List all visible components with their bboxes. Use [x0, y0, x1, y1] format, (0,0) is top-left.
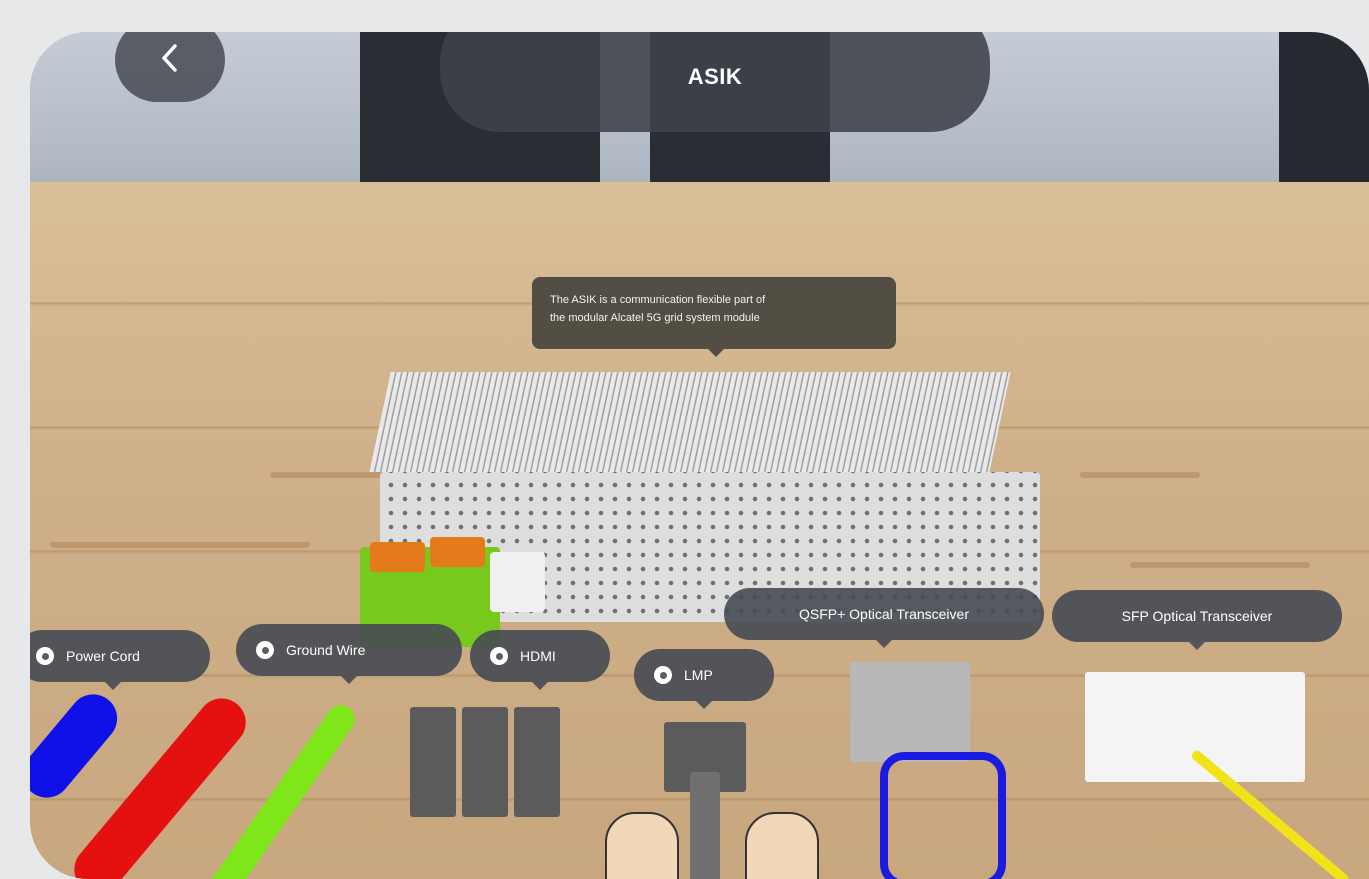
target-icon [654, 666, 672, 684]
connector-white [490, 552, 545, 612]
label-power-cord[interactable]: Power Cord [30, 630, 210, 690]
label-text: SFP Optical Transceiver [1121, 608, 1273, 624]
label-sfp[interactable]: SFP Optical Transceiver [1052, 590, 1342, 650]
tooltip-line-2: the modular Alcatel 5G grid system modul… [550, 312, 760, 324]
label-qsfp[interactable]: QSFP+ Optical Transceiver [724, 588, 1044, 648]
label-ground-wire[interactable]: Ground Wire [236, 624, 462, 684]
device-heatsink [369, 372, 1011, 472]
label-text: HDMI [520, 648, 556, 664]
hdmi-plug-1[interactable] [410, 707, 456, 817]
terminal-lever-2 [430, 537, 485, 567]
target-icon [36, 647, 54, 665]
ar-viewport[interactable]: The ASIK is a communication flexible par… [30, 32, 1369, 879]
page-title: ASIK [687, 64, 743, 89]
device-tooltip: The ASIK is a communication flexible par… [532, 277, 896, 357]
gesture-hand-right-icon [745, 812, 819, 879]
back-button[interactable] [115, 32, 225, 102]
hdmi-plug-3[interactable] [514, 707, 560, 817]
label-text: Ground Wire [286, 642, 366, 658]
label-text: QSFP+ Optical Transceiver [798, 606, 969, 622]
qsfp-transceiver[interactable] [850, 662, 970, 762]
label-text: LMP [684, 667, 713, 683]
target-icon [490, 647, 508, 665]
label-lmp[interactable]: LMP [634, 649, 774, 709]
label-text: Power Cord [66, 648, 140, 664]
sfp-transceiver[interactable] [1085, 672, 1305, 782]
tooltip-line-1: The ASIK is a communication flexible par… [550, 294, 766, 306]
qsfp-pull-tab [880, 752, 1006, 879]
label-hdmi[interactable]: HDMI [470, 630, 610, 690]
gesture-hand-left-icon [605, 812, 679, 879]
terminal-lever-1 [370, 542, 425, 572]
target-icon [256, 641, 274, 659]
chevron-left-icon [162, 44, 177, 72]
hdmi-plug-2[interactable] [462, 707, 508, 817]
title-bar: ASIK [440, 32, 990, 132]
lmp-cable [690, 772, 720, 879]
